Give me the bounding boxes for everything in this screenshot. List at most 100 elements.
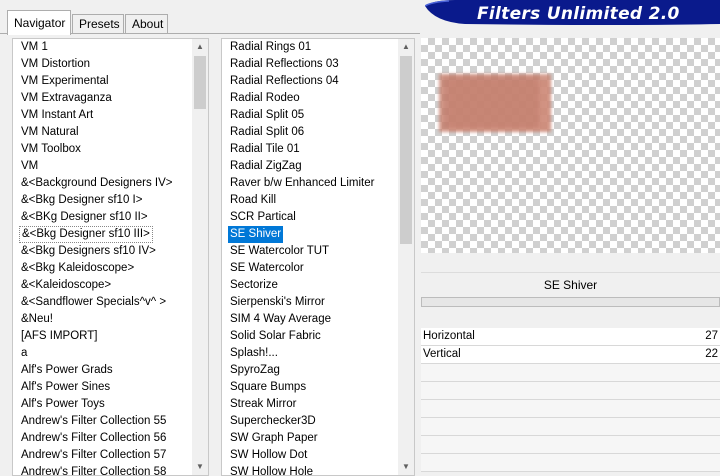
category-scrollbar[interactable]: ▲ ▼ [192, 39, 208, 475]
list-item-label: Radial Rodeo [230, 92, 300, 104]
list-item[interactable]: Andrew's Filter Collection 58 [13, 464, 192, 475]
list-item-label: SE Watercolor [230, 262, 304, 274]
list-item[interactable]: Andrew's Filter Collection 57 [13, 447, 192, 464]
list-item[interactable]: VM [13, 158, 192, 175]
list-item[interactable]: Square Bumps [222, 379, 398, 396]
list-item[interactable]: Splash!... [222, 345, 398, 362]
param-row-empty [421, 364, 720, 382]
list-item-label: Radial ZigZag [230, 160, 302, 172]
list-item[interactable]: &<Bkg Designer sf10 I> [13, 192, 192, 209]
scroll-up-icon[interactable]: ▲ [398, 39, 414, 55]
param-value: 27 [705, 330, 718, 342]
preview-image [439, 74, 551, 132]
list-item[interactable]: Radial Reflections 03 [222, 56, 398, 73]
list-item[interactable]: SE Watercolor [222, 260, 398, 277]
list-item[interactable]: SE Shiver [222, 226, 398, 243]
list-item[interactable]: VM 1 [13, 39, 192, 56]
scroll-thumb[interactable] [194, 56, 206, 109]
list-item-label: Sectorize [230, 279, 278, 291]
param-row-horizontal[interactable]: Horizontal 27 [421, 328, 720, 346]
list-item[interactable]: Raver b/w Enhanced Limiter [222, 175, 398, 192]
param-row-empty [421, 418, 720, 436]
list-item[interactable]: &<BKg Designer sf10 II> [13, 209, 192, 226]
list-item-label: SW Hollow Hole [230, 466, 314, 476]
list-item[interactable]: Sectorize [222, 277, 398, 294]
list-item[interactable]: Solid Solar Fabric [222, 328, 398, 345]
filter-scrollbar[interactable]: ▲ ▼ [398, 39, 414, 475]
list-item[interactable]: Alf's Power Grads [13, 362, 192, 379]
filter-list[interactable]: Radial Rings 01 Radial Reflections 03 Radi… [221, 38, 415, 476]
category-list[interactable]: VM 1 VM Distortion VM Experimental VM Extra… [12, 38, 209, 476]
list-item-label: VM Extravaganza [21, 92, 112, 104]
list-item-label: Radial Reflections 03 [230, 58, 339, 70]
list-item[interactable]: Radial ZigZag [222, 158, 398, 175]
list-item[interactable]: VM Distortion [13, 56, 192, 73]
list-item[interactable]: Andrew's Filter Collection 55 [13, 413, 192, 430]
list-item[interactable]: VM Natural [13, 124, 192, 141]
list-item-label: &<Bkg Designers sf10 IV> [21, 245, 156, 257]
list-item[interactable]: Alf's Power Sines [13, 379, 192, 396]
list-item[interactable]: SE Watercolor TUT [222, 243, 398, 260]
banner-title: Filters Unlimited 2.0 [477, 4, 680, 24]
list-item-label: &<Sandflower Specials^v^ > [21, 296, 167, 308]
list-item-label: SE Watercolor TUT [230, 245, 330, 257]
list-item[interactable]: &<Bkg Designer sf10 III> [13, 226, 192, 243]
list-item[interactable]: Radial Split 06 [222, 124, 398, 141]
scroll-up-icon[interactable]: ▲ [192, 39, 208, 55]
list-item[interactable]: Andrew's Filter Collection 56 [13, 430, 192, 447]
list-item[interactable]: &<Background Designers IV> [13, 175, 192, 192]
list-item-label: Alf's Power Toys [21, 398, 105, 410]
list-item[interactable]: &<Kaleidoscope> [13, 277, 192, 294]
list-item-label: [AFS IMPORT] [21, 330, 98, 342]
list-item-label: &Neu! [21, 313, 53, 325]
list-item-label: &<Bkg Designer sf10 III> [19, 226, 153, 243]
list-item[interactable]: Radial Tile 01 [222, 141, 398, 158]
list-item[interactable]: SpyroZag [222, 362, 398, 379]
list-item[interactable]: SCR Partical [222, 209, 398, 226]
list-item[interactable]: &<Sandflower Specials^v^ > [13, 294, 192, 311]
list-item[interactable]: VM Extravaganza [13, 90, 192, 107]
tab-about[interactable]: About [125, 14, 168, 34]
preview-pane [421, 38, 720, 253]
list-item[interactable]: &<Bkg Designers sf10 IV> [13, 243, 192, 260]
list-item[interactable]: VM Experimental [13, 73, 192, 90]
list-item[interactable]: Alf's Power Toys [13, 396, 192, 413]
list-item-label: VM [21, 160, 39, 172]
list-item-label: Andrew's Filter Collection 56 [21, 432, 167, 444]
filter-items: Radial Rings 01 Radial Reflections 03 Radi… [222, 39, 398, 476]
list-item[interactable]: Radial Rings 01 [222, 39, 398, 56]
list-item[interactable]: Radial Rodeo [222, 90, 398, 107]
tab-presets[interactable]: Presets [72, 14, 124, 34]
category-items: VM 1 VM Distortion VM Experimental VM Extra… [13, 39, 192, 475]
list-item-label: a [21, 347, 28, 359]
param-row-vertical[interactable]: Vertical 22 [421, 346, 720, 364]
scroll-thumb[interactable] [400, 56, 412, 244]
scroll-down-icon[interactable]: ▼ [192, 459, 208, 475]
list-item[interactable]: SW Graph Paper [222, 430, 398, 447]
list-item[interactable]: Streak Mirror [222, 396, 398, 413]
list-item-label: Andrew's Filter Collection 55 [21, 415, 167, 427]
list-item-label: SCR Partical [230, 211, 296, 223]
list-item[interactable]: Radial Reflections 04 [222, 73, 398, 90]
list-item[interactable]: SW Hollow Hole [222, 464, 398, 476]
list-item-label: Streak Mirror [230, 398, 297, 410]
list-item-label: Solid Solar Fabric [230, 330, 321, 342]
list-item[interactable]: Superchecker3D [222, 413, 398, 430]
tab-navigator[interactable]: Navigator [7, 10, 71, 35]
list-item[interactable]: Sierpenski's Mirror [222, 294, 398, 311]
scroll-down-icon[interactable]: ▼ [398, 459, 414, 475]
list-item[interactable]: Radial Split 05 [222, 107, 398, 124]
list-item[interactable]: Road Kill [222, 192, 398, 209]
list-item[interactable]: VM Instant Art [13, 107, 192, 124]
list-item[interactable]: a [13, 345, 192, 362]
list-item[interactable]: VM Toolbox [13, 141, 192, 158]
list-item[interactable]: SW Hollow Dot [222, 447, 398, 464]
list-item[interactable]: &<Bkg Kaleidoscope> [13, 260, 192, 277]
list-item[interactable]: &Neu! [13, 311, 192, 328]
filter-name-label: SE Shiver [421, 272, 720, 296]
list-item-label: Raver b/w Enhanced Limiter [230, 177, 375, 189]
list-item-label: Superchecker3D [230, 415, 316, 427]
list-item[interactable]: SIM 4 Way Average [222, 311, 398, 328]
list-item-label: SE Shiver [228, 226, 284, 243]
list-item[interactable]: [AFS IMPORT] [13, 328, 192, 345]
